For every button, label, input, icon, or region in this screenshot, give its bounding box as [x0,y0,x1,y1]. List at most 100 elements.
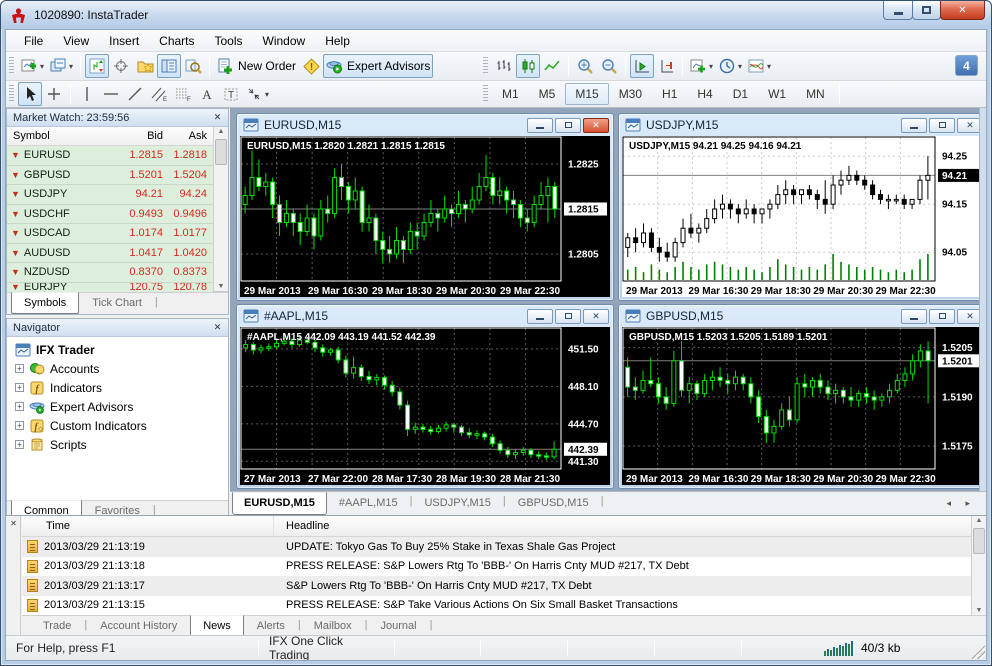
chart-window-titlebar[interactable]: #AAPL,M15 ✕ [237,305,613,327]
expand-plus-icon[interactable]: + [15,364,24,373]
chart-tab-gbpusd-m15[interactable]: GBPUSD,M15 [506,492,601,515]
expert-advisors-button[interactable]: Expert Advisors [323,54,434,78]
news-row[interactable]: 2013/03/29 21:13:17 S&P Lowers Rtg To 'BB… [22,576,986,596]
workspace-scrollbar[interactable] [979,108,986,513]
navigator-header[interactable]: Navigator ✕ [7,319,228,337]
news-row[interactable]: 2013/03/29 21:13:18 PRESS RELEASE: S&P Lo… [22,557,986,577]
chart-window-titlebar[interactable]: EURUSD,M15 ✕ [237,114,613,136]
cursor-button[interactable] [18,82,42,106]
news-row[interactable]: 2013/03/29 21:13:19 UPDATE: Tokyo Gas To … [22,537,986,557]
menu-file[interactable]: File [14,31,53,51]
chart-tab-usdjpy-m15[interactable]: USDJPY,M15 [412,492,502,515]
new-chart-button[interactable]: ▾ [18,54,47,78]
market-watch-column-header[interactable]: Symbol Bid Ask [7,127,213,146]
navigator-item-accounts[interactable]: + Accounts [7,359,228,378]
menu-help[interactable]: Help [315,31,360,51]
chart-window-titlebar[interactable]: USDJPY,M15 ✕ [619,114,986,136]
market-watch-row-usdchf[interactable]: ▼ USDCHF 0.9493 0.9496 [7,204,213,224]
status-trading-mode[interactable]: IFX One Click Trading [259,634,394,660]
market-watch-tab-symbols[interactable]: Symbols [11,292,80,314]
candlestick-chart-button[interactable] [516,54,540,78]
timeframe-mn-button[interactable]: MN [796,83,835,105]
tick-chart-button[interactable] [85,54,110,78]
timeframe-w1-button[interactable]: W1 [758,83,796,105]
chart-minimize-button[interactable] [527,308,553,324]
menu-view[interactable]: View [53,31,99,51]
chart-window-titlebar[interactable]: GBPUSD,M15 ✕ [619,305,986,327]
chart-restore-button[interactable] [929,308,955,324]
dropdown-caret-icon[interactable]: ▾ [709,62,713,71]
market-watch-scrollbar[interactable]: ▲ ▼ [213,127,228,291]
news-column-header[interactable]: Time Headline [22,516,986,537]
expand-plus-icon[interactable]: + [15,421,24,430]
dropdown-caret-icon[interactable]: ▾ [738,62,742,71]
expand-plus-icon[interactable]: + [15,440,24,449]
vertical-line-button[interactable] [75,82,99,106]
market-watch-row-usdjpy[interactable]: ▼ USDJPY 94.21 94.24 [7,185,213,205]
expand-plus-icon[interactable]: + [15,402,24,411]
chart-minimize-button[interactable] [901,308,927,324]
market-watch-row-usdcad[interactable]: ▼ USDCAD 1.0174 1.0177 [7,224,213,244]
toolbar-grip[interactable] [483,57,488,75]
minimize-button[interactable] [883,1,913,20]
text-button[interactable]: A [195,82,219,106]
menu-insert[interactable]: Insert [99,31,149,51]
auto-scroll-button[interactable] [630,54,654,78]
new-order-button[interactable]: New Order [214,54,299,78]
zoom-out-button[interactable] [597,54,621,78]
market-watch-tab-tick-chart[interactable]: Tick Chart [79,293,155,314]
chart-canvas-aapl[interactable]: 451.50 448.10 444.70 441.30 442.39 #AAPL,M15 … [240,327,610,485]
alert-button[interactable]: ! [299,54,323,78]
scroll-thumb[interactable] [973,528,985,554]
chart-window-aapl[interactable]: #AAPL,M15 ✕ 451.50 448.10 444.70 441.30 442.… [236,304,614,489]
scroll-down-icon[interactable]: ▼ [214,283,228,290]
column-time[interactable]: Time [22,516,274,536]
crosshair-cursor-button[interactable] [109,54,133,78]
toolbar-grip[interactable] [9,85,14,103]
profiles-button[interactable]: ▾ [47,54,76,78]
equidistant-channel-button[interactable]: E [147,82,171,106]
chart-canvas-usdjpy[interactable]: 94.25 94.15 94.05 94.21 USDJPY,M15 94.21 94.… [622,136,984,297]
arrows-button[interactable]: ▾ [243,82,272,106]
scroll-down-icon[interactable]: ▼ [972,607,986,614]
terminal-tab-account-history[interactable]: Account History [87,616,190,637]
market-watch-button[interactable] [157,54,182,78]
market-watch-row-gbpusd[interactable]: ▼ GBPUSD 1.5201 1.5204 [7,165,213,185]
market-watch-header[interactable]: Market Watch: 23:59:56 ✕ [7,109,228,127]
horizontal-line-button[interactable] [99,82,123,106]
text-label-button[interactable]: T [219,82,243,106]
menu-window[interactable]: Window [253,31,316,51]
chart-tab-eurusd-m15[interactable]: EURUSD,M15 [232,492,327,515]
toolbar-grip[interactable] [483,85,488,103]
fibonacci-button[interactable]: F [171,82,195,106]
dropdown-caret-icon[interactable]: ▾ [265,90,269,99]
navigator-item-expert-advisors[interactable]: + Expert Advisors [7,397,228,416]
line-chart-button[interactable] [540,54,564,78]
expand-plus-icon[interactable]: + [15,383,24,392]
menu-tools[interactable]: Tools [205,31,253,51]
timeframe-m5-button[interactable]: M5 [529,83,566,105]
favorites-button[interactable] [133,54,157,78]
dropdown-caret-icon[interactable]: ▾ [40,62,44,71]
zoom-in-button[interactable] [573,54,597,78]
dropdown-caret-icon[interactable]: ▾ [767,62,771,71]
timeframe-h1-button[interactable]: H1 [652,83,687,105]
chart-restore-button[interactable] [929,117,955,133]
timeframe-m30-button[interactable]: M30 [609,83,652,105]
scroll-up-icon[interactable]: ▲ [214,128,228,135]
bar-chart-button[interactable] [492,54,516,78]
chart-window-gbpusd[interactable]: GBPUSD,M15 ✕ 1.5205 1.5190 1.5175 1.5201 GBP… [618,304,986,489]
navigator-close-icon[interactable]: ✕ [211,322,224,333]
title-bar[interactable]: 1020890: InstaTrader ✕ [1,1,991,29]
navigator-item-custom-indicators[interactable]: + f Custom Indicators [7,416,228,435]
market-watch-row-eurusd[interactable]: ▼ EURUSD 1.2815 1.2818 [7,146,213,166]
scroll-up-icon[interactable]: ▲ [972,517,986,524]
chart-shift-button[interactable] [654,54,678,78]
chart-minimize-button[interactable] [527,117,553,133]
scroll-thumb[interactable] [215,139,227,165]
column-bid[interactable]: Bid [111,130,167,142]
terminal-tab-news[interactable]: News [190,615,244,637]
chart-close-button[interactable]: ✕ [583,117,609,133]
dropdown-caret-icon[interactable]: ▾ [69,62,73,71]
chart-restore-button[interactable] [555,308,581,324]
